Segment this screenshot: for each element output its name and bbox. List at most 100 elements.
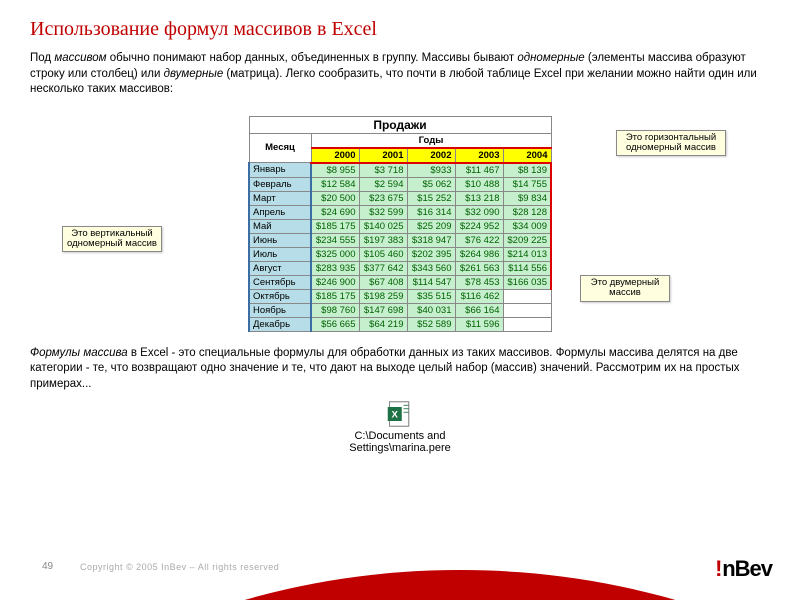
example-table-container: Это горизонтальный одномерный массив Это… xyxy=(80,116,720,332)
value-cell: $214 013 xyxy=(503,247,551,261)
month-cell: Апрель xyxy=(249,205,311,219)
value-cell: $166 035 xyxy=(503,275,551,289)
text-em: массивом xyxy=(54,52,106,64)
value-cell: $185 175 xyxy=(311,289,359,303)
value-cell: $64 219 xyxy=(359,317,407,331)
value-cell: $67 408 xyxy=(359,275,407,289)
month-cell: Январь xyxy=(249,163,311,178)
value-cell: $13 218 xyxy=(455,191,503,205)
value-cell: $40 031 xyxy=(407,303,455,317)
value-cell: $246 900 xyxy=(311,275,359,289)
value-cell xyxy=(503,289,551,303)
table-month-header: Месяц xyxy=(249,133,311,163)
logo-text: nBev xyxy=(722,556,772,581)
file-path-line: C:\Documents and xyxy=(30,430,770,442)
value-cell: $377 642 xyxy=(359,261,407,275)
value-cell: $2 594 xyxy=(359,177,407,191)
value-cell: $105 460 xyxy=(359,247,407,261)
text-em: одномерные xyxy=(517,52,584,64)
table-row: Сентябрь$246 900$67 408$114 547$78 453$1… xyxy=(249,275,551,289)
value-cell: $11 596 xyxy=(455,317,503,331)
value-cell xyxy=(503,303,551,317)
svg-text:X: X xyxy=(392,410,399,421)
value-cell: $325 000 xyxy=(311,247,359,261)
value-cell: $198 259 xyxy=(359,289,407,303)
callout-vertical-array: Это вертикальный одномерный массив xyxy=(62,226,162,253)
table-row: Март$20 500$23 675$15 252$13 218$9 834 xyxy=(249,191,551,205)
value-cell: $11 467 xyxy=(455,163,503,178)
value-cell: $343 560 xyxy=(407,261,455,275)
value-cell: $28 128 xyxy=(503,205,551,219)
outro-paragraph: Формулы массива в Excel - это специальны… xyxy=(30,346,770,393)
table-row: Октябрь$185 175$198 259$35 515$116 462 xyxy=(249,289,551,303)
value-cell: $224 952 xyxy=(455,219,503,233)
text-fragment: Под xyxy=(30,52,54,64)
month-cell: Ноябрь xyxy=(249,303,311,317)
value-cell: $78 453 xyxy=(455,275,503,289)
month-cell: Август xyxy=(249,261,311,275)
value-cell: $264 986 xyxy=(455,247,503,261)
file-path-line: Settings\marina.pere xyxy=(30,442,770,454)
table-row: Май$185 175$140 025$25 209$224 952$34 00… xyxy=(249,219,551,233)
value-cell: $234 555 xyxy=(311,233,359,247)
table-row: Декабрь$56 665$64 219$52 589$11 596 xyxy=(249,317,551,331)
value-cell: $98 760 xyxy=(311,303,359,317)
month-cell: Июнь xyxy=(249,233,311,247)
value-cell: $14 755 xyxy=(503,177,551,191)
value-cell: $56 665 xyxy=(311,317,359,331)
table-year-cell: 2004 xyxy=(503,148,551,163)
value-cell: $318 947 xyxy=(407,233,455,247)
value-cell: $32 090 xyxy=(455,205,503,219)
value-cell: $25 209 xyxy=(407,219,455,233)
month-cell: Февраль xyxy=(249,177,311,191)
slide-footer: 49 Copyright © 2005 InBev – All rights r… xyxy=(0,540,800,600)
text-em: Формулы массива xyxy=(30,347,128,359)
month-cell: Июль xyxy=(249,247,311,261)
value-cell: $76 422 xyxy=(455,233,503,247)
value-cell: $114 556 xyxy=(503,261,551,275)
value-cell xyxy=(503,317,551,331)
inbev-logo: !nBev xyxy=(716,556,772,582)
table-title: Продажи xyxy=(249,116,551,133)
table-row: Июнь$234 555$197 383$318 947$76 422$209 … xyxy=(249,233,551,247)
table-years-label: Годы xyxy=(311,133,551,148)
value-cell: $185 175 xyxy=(311,219,359,233)
value-cell: $114 547 xyxy=(407,275,455,289)
value-cell: $202 395 xyxy=(407,247,455,261)
month-cell: Март xyxy=(249,191,311,205)
intro-paragraph: Под массивом обычно понимают набор данны… xyxy=(30,51,770,98)
value-cell: $20 500 xyxy=(311,191,359,205)
slide-title: Использование формул массивов в Excel xyxy=(30,18,770,41)
value-cell: $32 599 xyxy=(359,205,407,219)
table-row: Апрель$24 690$32 599$16 314$32 090$28 12… xyxy=(249,205,551,219)
table-row: Ноябрь$98 760$147 698$40 031$66 164 xyxy=(249,303,551,317)
value-cell: $209 225 xyxy=(503,233,551,247)
table-year-cell: 2003 xyxy=(455,148,503,163)
logo-exclaim-icon: ! xyxy=(716,556,722,582)
value-cell: $3 718 xyxy=(359,163,407,178)
value-cell: $34 009 xyxy=(503,219,551,233)
month-cell: Сентябрь xyxy=(249,275,311,289)
callout-2d-array: Это двумерный массив xyxy=(580,275,670,302)
table-row: Январь$8 955$3 718$933$11 467$8 139 xyxy=(249,163,551,178)
value-cell: $16 314 xyxy=(407,205,455,219)
sales-table: Продажи Месяц Годы 2000 2001 2002 2003 2… xyxy=(248,116,552,332)
value-cell: $35 515 xyxy=(407,289,455,303)
copyright-text: Copyright © 2005 InBev – All rights rese… xyxy=(80,562,279,572)
value-cell: $12 584 xyxy=(311,177,359,191)
table-row: Июль$325 000$105 460$202 395$264 986$214… xyxy=(249,247,551,261)
table-year-cell: 2001 xyxy=(359,148,407,163)
text-fragment: обычно понимают набор данных, объединенн… xyxy=(107,52,518,64)
value-cell: $52 589 xyxy=(407,317,455,331)
text-em: двумерные xyxy=(164,68,224,80)
value-cell: $283 935 xyxy=(311,261,359,275)
value-cell: $8 955 xyxy=(311,163,359,178)
value-cell: $261 563 xyxy=(455,261,503,275)
footer-swoosh xyxy=(0,570,800,600)
embedded-file[interactable]: X C:\Documents and Settings\marina.pere xyxy=(30,400,770,454)
table-row: Август$283 935$377 642$343 560$261 563$1… xyxy=(249,261,551,275)
table-year-cell: 2002 xyxy=(407,148,455,163)
table-year-cell: 2000 xyxy=(311,148,359,163)
month-cell: Октябрь xyxy=(249,289,311,303)
value-cell: $9 834 xyxy=(503,191,551,205)
